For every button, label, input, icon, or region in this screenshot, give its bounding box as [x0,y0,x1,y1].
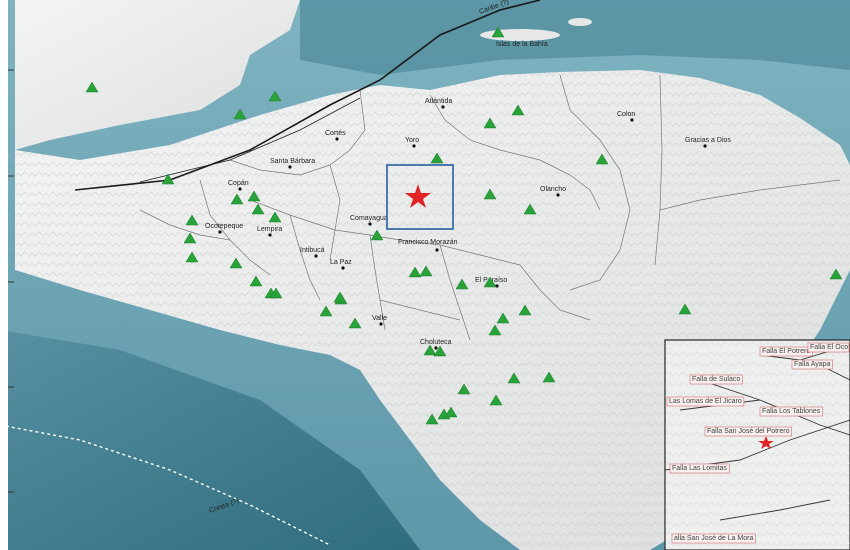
dept-label: Cortés [325,130,346,137]
fault-label-text: Falla Ayapa [794,361,831,368]
dept-label: Intibucá [300,247,325,254]
dept-label: Valle [372,315,387,322]
fault-label: Falla El Oco [807,342,850,353]
fault-label-text: Falla Las Lomitas [672,465,727,472]
fault-label-text: Falla Los Tablones [762,408,821,415]
fault-label: Falla El Potrero [759,346,813,357]
dept-label: Atlántida [425,98,452,105]
dept-label: Copán [228,180,249,187]
fault-label-text: alla San José de La Mora [674,535,753,542]
fault-label-text: Falla El Oco [810,344,848,351]
dept-label: Santa Bárbara [270,158,315,165]
fault-label-text: Las Lomas de El Jicaro [669,398,742,405]
bay-island-small [568,18,592,26]
dept-label: La Paz [330,259,352,266]
bay-island [480,29,560,41]
left-frame [0,0,8,550]
islands-label: Islas de la Bahía [496,41,548,48]
dept-label: Gracias a Dios [685,137,731,144]
fault-label: Falla de Sulaco [689,374,743,385]
fault-label: Falla Ayapa [791,359,833,370]
fault-label-text: Falla El Potrero [762,348,810,355]
dept-label: Francisco Morazán [398,239,458,246]
dept-label: Colon [617,111,635,118]
fault-label: Falla Las Lomitas [669,463,730,474]
fault-label-text: Falla San José del Potrero [707,428,790,435]
dept-label: Lempira [257,226,282,233]
dept-label: Comayagua [350,215,388,222]
dept-label: Choluteca [420,339,452,346]
fault-label: Las Lomas de El Jicaro [666,396,745,407]
fault-label: Falla San José del Potrero [704,426,792,437]
dept-label: Olancho [540,186,566,193]
dept-label: Yoro [405,137,419,144]
fault-label: Falla Los Tablones [759,406,824,417]
inset-map: Falla El PotreroFalla El Oco Falla Ayapa F… [664,339,850,550]
seismic-map: Cresta (?) Caribe (?) Islas de la Bahía … [0,0,850,550]
fault-label-text: Falla de Sulaco [692,376,740,383]
fault-label: alla San José de La Mora [671,533,756,544]
dept-label: Ocotepeque [205,223,243,230]
